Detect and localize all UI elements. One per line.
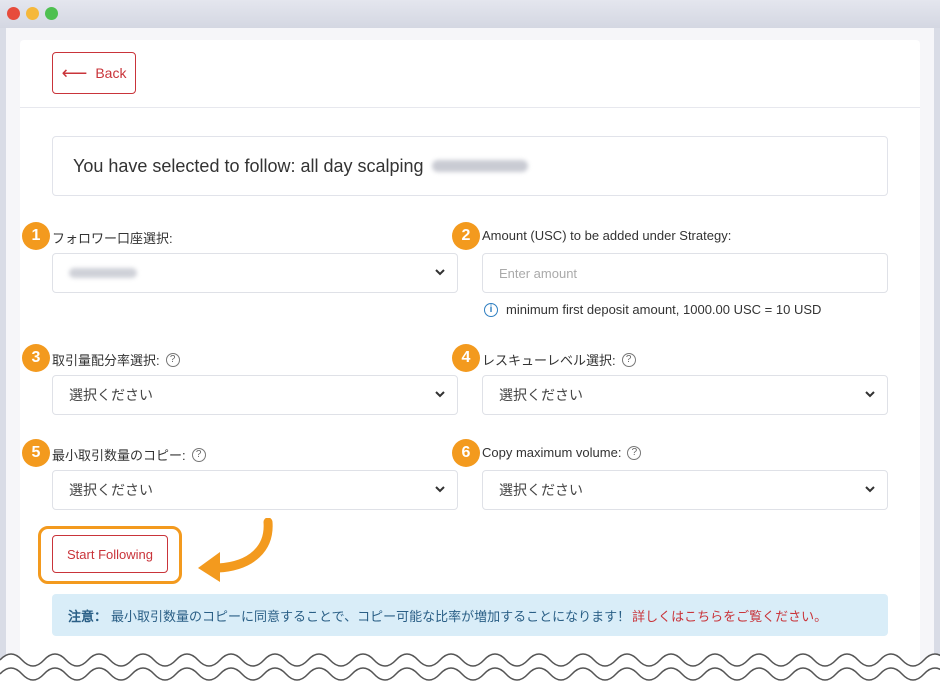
allocation-ratio-value: 選択ください [69,387,153,403]
amount-input[interactable]: Enter amount [482,253,888,293]
notice-banner: 注意： 最小取引数量のコピーに同意することで、コピー可能な比率が増加することにな… [52,594,888,636]
follower-account-label: フォロワー口座選択: [52,228,173,247]
chevron-down-icon [863,482,877,496]
step-badge-2: 2 [452,222,480,250]
rescue-level-label: レスキューレベル選択: ? [482,350,636,369]
chevron-down-icon [433,387,447,401]
notice-prefix: 注意： [68,608,108,624]
help-icon[interactable]: ? [621,352,636,367]
rescue-level-select[interactable]: 選択ください [482,375,888,415]
min-volume-copy-value: 選択ください [69,482,153,498]
redacted-account-id [431,160,528,172]
window-close-button[interactable] [7,7,20,20]
step-badge-6: 6 [452,439,480,467]
back-button-label: Back [95,65,127,81]
step-badge-5: 5 [22,439,50,467]
window-maximize-button[interactable] [45,7,58,20]
notice-details-link[interactable]: 詳しくはこちらをご覧ください。 [632,606,827,625]
follower-account-select[interactable] [52,253,458,293]
help-icon[interactable]: ? [627,445,642,460]
allocation-ratio-label-text: 取引量配分率選択: [52,353,160,368]
follower-account-label-text: フォロワー口座選択: [52,231,173,246]
redacted-account-value [69,268,137,278]
chevron-down-icon [433,265,447,279]
notice-text: 最小取引数量のコピーに同意することで、コピー可能な比率が増加することになります！ [111,608,631,624]
help-icon[interactable]: ? [165,352,180,367]
start-following-label: Start Following [67,546,153,562]
step-badge-1: 1 [22,222,50,250]
copy-max-volume-label-text: Copy maximum volume: [482,445,622,460]
follow-strategy-card: ⟵ Back You have selected to follow: all … [20,40,920,680]
window-titlebar [0,0,940,28]
back-button[interactable]: ⟵ Back [52,52,136,94]
card-header: ⟵ Back [20,40,920,108]
amount-info-note: i minimum first deposit amount, 1000.00 … [484,302,821,317]
rescue-level-value: 選択ください [499,387,583,403]
selected-strategy-text: You have selected to follow: all day sca… [73,155,424,176]
amount-label: Amount (USC) to be added under Strategy: [482,228,731,243]
pointer-arrow-icon [198,518,273,582]
help-icon[interactable]: ? [191,447,206,462]
min-volume-copy-label: 最小取引数量のコピー: ? [52,445,206,464]
left-arrow-icon: ⟵ [61,63,88,83]
step-badge-3: 3 [22,344,50,372]
amount-input-placeholder: Enter amount [499,265,578,281]
chevron-down-icon [433,482,447,496]
copy-max-volume-select[interactable]: 選択ください [482,470,888,510]
min-volume-copy-select[interactable]: 選択ください [52,470,458,510]
copy-max-volume-value: 選択ください [499,482,583,498]
start-following-button[interactable]: Start Following [52,535,168,573]
step-badge-4: 4 [452,344,480,372]
amount-label-text: Amount (USC) to be added under Strategy: [482,228,732,243]
allocation-ratio-label: 取引量配分率選択: ? [52,350,180,369]
torn-edge-decoration [0,653,940,688]
rescue-level-label-text: レスキューレベル選択: [482,353,616,368]
amount-info-text: minimum first deposit amount, 1000.00 US… [506,302,822,317]
window-minimize-button[interactable] [26,7,39,20]
selected-strategy-box: You have selected to follow: all day sca… [52,136,888,196]
app-window: ⟵ Back You have selected to follow: all … [6,28,934,688]
min-volume-copy-label-text: 最小取引数量のコピー: [52,448,186,463]
allocation-ratio-select[interactable]: 選択ください [52,375,458,415]
info-icon: i [484,302,498,317]
copy-max-volume-label: Copy maximum volume: ? [482,445,642,460]
chevron-down-icon [863,387,877,401]
